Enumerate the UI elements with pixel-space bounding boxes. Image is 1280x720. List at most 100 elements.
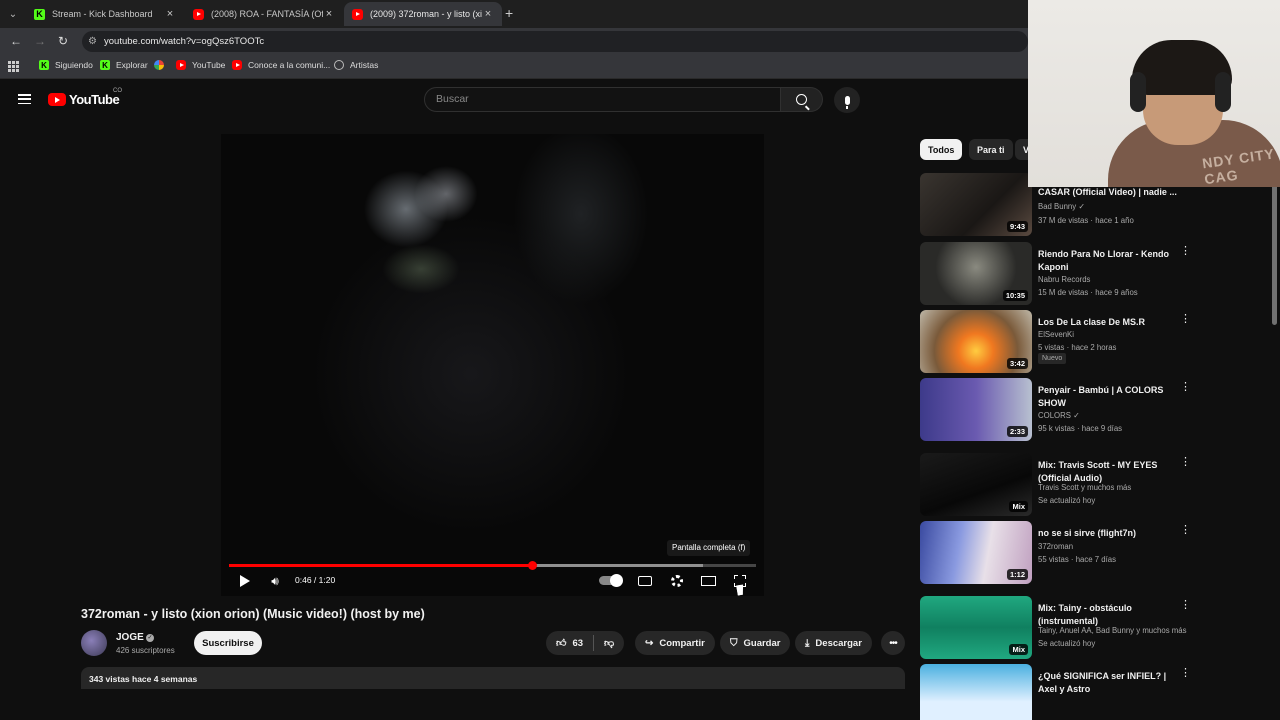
duration-badge: 3:42 [1006,358,1028,369]
chip-todos[interactable]: Todos [920,139,963,160]
bookmark-siguiendo[interactable]: K Siguiendo [39,60,93,70]
tab-title: (2008) ROA - FANTASÍA (Official [211,9,323,19]
more-vert-icon[interactable]: ⋮ [1180,668,1191,679]
progress-scrubber[interactable] [528,561,538,570]
bookmark-explorar[interactable]: K Explorar [100,60,148,70]
video-thumbnail[interactable]: 10:35 [920,242,1032,305]
settings-button[interactable] [667,574,687,588]
channel-name[interactable]: JOGE [116,632,144,643]
share-button[interactable]: ↪ Compartir [635,631,715,655]
list-item[interactable]: ¿Qué SIGNIFICA ser INFIEL? | Axel y Astr… [920,664,1220,720]
list-item[interactable]: 1:12 no se si sirve (flight7n) 372roman … [920,521,1220,584]
site-info-icon[interactable]: ⚙ [88,31,97,52]
time-display: 0:46 / 1:20 [295,575,336,585]
browser-tab-roa[interactable]: (2008) ROA - FANTASÍA (Official × [185,2,343,26]
share-icon: ↪ [645,637,654,649]
video-thumbnail[interactable]: 9:43 [920,173,1032,236]
download-button[interactable]: ⤓ Descargar [795,631,872,655]
search-button[interactable] [781,87,823,112]
new-tab-button[interactable]: + [505,5,513,21]
apps-grid-icon[interactable] [8,61,19,72]
rec-channel: Travis Scott y muchos más [1038,483,1132,492]
bookmark-label: Siguiendo [55,60,93,70]
video-thumbnail[interactable]: 2:33 [920,378,1032,441]
duration-badge: 2:33 [1006,426,1028,437]
more-vert-icon[interactable]: ⋮ [1180,246,1191,257]
avatar[interactable] [81,630,107,656]
bookmark-google[interactable] [154,60,170,70]
rec-meta: Se actualizó hoy [1038,496,1096,505]
more-vert-icon[interactable]: ⋮ [1180,382,1191,393]
url-field[interactable]: ⚙ youtube.com/watch?v=ogQsz6TOOTc [82,31,1028,52]
more-vert-icon[interactable]: ⋮ [1180,525,1191,536]
theater-mode-button[interactable] [698,574,718,588]
description-box[interactable]: 343 vistas hace 4 semanas [81,667,905,689]
video-thumbnail[interactable]: 3:42 [920,310,1032,373]
list-item[interactable]: 10:35 Riendo Para No Llorar - Kendo Kapo… [920,242,1220,305]
subscribe-button[interactable]: Suscribirse [194,631,262,655]
forward-arrow-icon[interactable]: → [34,34,46,48]
video-thumbnail[interactable]: Mix [920,453,1032,516]
rec-meta: Se actualizó hoy [1038,639,1096,648]
search-input[interactable]: Buscar [424,87,781,112]
video-thumbnail[interactable]: Mix [920,596,1032,659]
list-item[interactable]: Mix Mix: Tainy - obstáculo (instrumental… [920,596,1220,659]
video-thumbnail[interactable] [920,664,1032,720]
bookmark-conoce[interactable]: Conoce a la comuni... [232,60,330,70]
like-count[interactable]: 63 [572,638,583,649]
list-item[interactable]: 3:42 Los De La clase De MS.R ElSevenKi 5… [920,310,1220,373]
mouse-cursor [736,584,745,596]
more-vert-icon[interactable]: ⋮ [1180,314,1191,325]
youtube-icon [232,60,242,70]
close-icon[interactable]: × [323,8,335,20]
fullscreen-tooltip: Pantalla completa (f) [667,540,751,556]
browser-tab-active[interactable]: (2009) 372roman - y listo (xion × [344,2,502,26]
close-icon[interactable]: × [164,8,176,20]
bookmark-artistas[interactable]: Artistas [334,60,378,70]
more-actions-icon[interactable]: ••• [881,631,905,655]
mute-button[interactable]: 🔊︎ [265,574,285,588]
subtitles-button[interactable] [635,574,655,588]
list-item[interactable]: Mix Mix: Travis Scott - MY EYES (Officia… [920,453,1220,516]
youtube-icon [352,8,363,20]
thumbs-up-icon[interactable]: 👍︎ [556,637,566,649]
close-icon[interactable]: × [482,8,494,20]
voice-search-button[interactable] [834,87,860,113]
video-player[interactable]: Pantalla completa (f) 🔊︎ 0:46 / 1:20 [221,134,764,596]
rec-meta: 95 k vistas · hace 9 días [1038,424,1123,433]
bookmark-label: Conoce a la comuni... [248,60,331,70]
list-item[interactable]: 2:33 Penyair - Bambú | A COLORS SHOW COL… [920,378,1220,441]
menu-icon[interactable] [18,94,31,104]
browser-tab-kick[interactable]: K Stream - Kick Dashboard × [26,2,184,26]
video-thumbnail[interactable]: 1:12 [920,521,1032,584]
thumbs-down-icon[interactable]: 👎︎ [604,637,614,649]
tab-search-menu-icon[interactable]: ⌄ [4,5,22,23]
rec-meta: 15 M de vistas · hace 9 años [1038,288,1138,297]
rec-meta: 55 vistas · hace 7 días [1038,555,1117,564]
progress-bar[interactable] [229,561,756,570]
search-icon [796,94,807,105]
like-dislike-group: 👍︎ 63 👎︎ [546,631,625,655]
gear-icon [671,575,683,587]
chip-para-ti[interactable]: Para ti [969,139,1013,160]
video-title: 372roman - y listo (xion orion) (Music v… [81,607,425,621]
save-button[interactable]: ⛉ Guardar [720,631,791,655]
more-vert-icon[interactable]: ⋮ [1180,600,1191,611]
play-button[interactable] [235,574,255,588]
back-arrow-icon[interactable]: ← [10,34,22,48]
rec-meta: 5 vistas · hace 2 horas [1038,343,1117,352]
youtube-icon [193,8,204,20]
more-vert-icon[interactable]: ⋮ [1180,457,1191,468]
rec-channel: COLORS [1038,411,1071,420]
new-badge: Nuevo [1038,353,1067,364]
autoplay-toggle[interactable] [599,574,623,587]
microphone-icon [844,95,850,109]
rec-title: Penyair - Bambú | A COLORS SHOW [1038,385,1164,408]
reload-icon[interactable]: ↻ [58,34,68,48]
youtube-logo[interactable]: YouTube CO [48,88,122,107]
bookmark-youtube[interactable]: YouTube [176,60,225,70]
progress-played [229,564,533,567]
tab-title: (2009) 372roman - y listo (xion [370,9,482,19]
save-label: Guardar [743,637,781,649]
theater-icon [700,576,716,586]
